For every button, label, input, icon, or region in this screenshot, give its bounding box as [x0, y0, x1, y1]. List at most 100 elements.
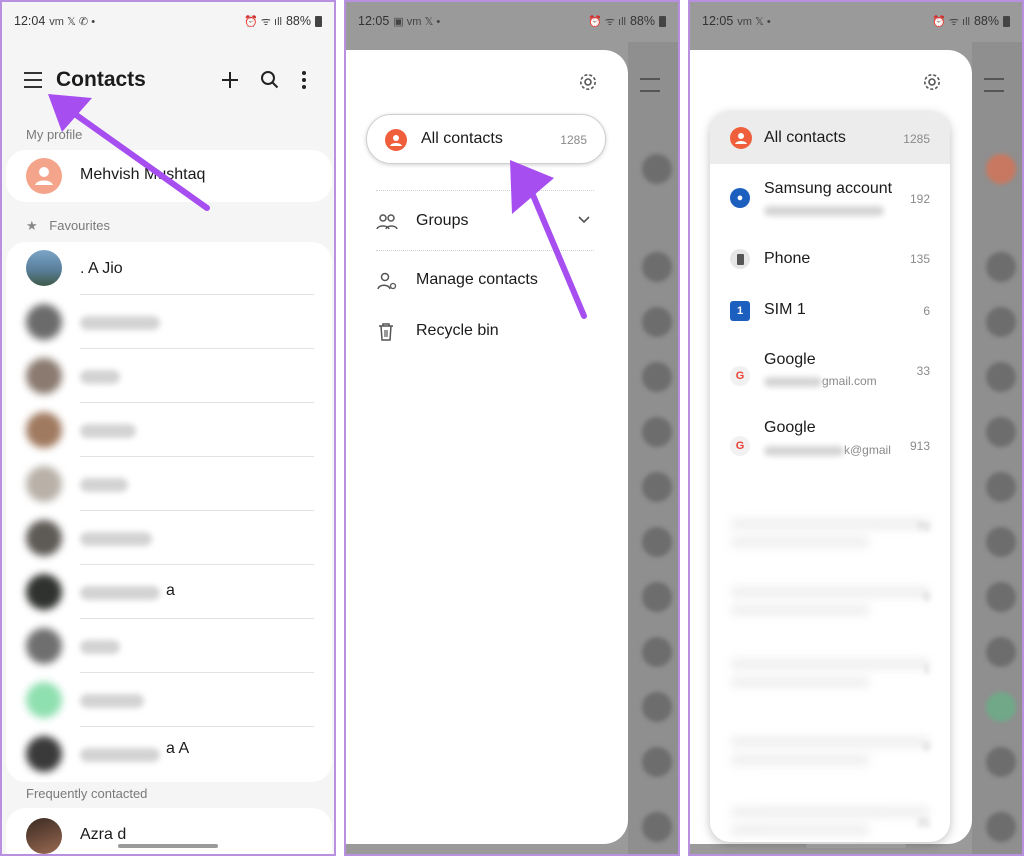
account-email: k@gmail: [764, 443, 891, 457]
menu-icon[interactable]: [24, 72, 42, 88]
star-icon: ★: [26, 218, 38, 233]
list-item[interactable]: [6, 404, 332, 456]
phone-icon: [730, 249, 750, 269]
contact-name: Azra d: [80, 826, 127, 843]
all-contacts-button[interactable]: All contacts 1285: [366, 114, 606, 164]
account-label: All contacts: [764, 129, 846, 146]
status-bar: 12:05 ▣ vm 𝕏 • ⏰ ᯤ ıll 88%: [346, 2, 678, 40]
favourites-list: . A Jio a a A: [6, 242, 332, 782]
contacts-icon: [385, 129, 407, 151]
navigation-drawer: All contacts 1285 Groups Manage contacts…: [346, 50, 628, 844]
status-time: 12:04: [14, 14, 46, 28]
battery-level: 88%: [285, 14, 311, 28]
all-contacts-count: 1285: [560, 133, 587, 147]
contact-name: a A: [166, 740, 190, 757]
status-time: 12:05: [358, 14, 390, 28]
contacts-icon: [730, 127, 752, 149]
profile-card[interactable]: Mehvish Mushtaq: [6, 150, 332, 202]
google-icon: G: [730, 366, 750, 386]
battery-level: 88%: [973, 14, 999, 28]
status-time: 12:05: [702, 14, 734, 28]
list-item[interactable]: [6, 350, 332, 402]
accounts-dropdown-screen: 12:05 vm 𝕏 • ⏰ ᯤ ıll 88% All contacts 1285…: [688, 0, 1024, 856]
list-item[interactable]: [6, 512, 332, 564]
list-item[interactable]: [6, 458, 332, 510]
drawer-screen: 12:05 ▣ vm 𝕏 • ⏰ ᯤ ıll 88% All contacts 12…: [344, 0, 680, 856]
list-item[interactable]: Azra d: [6, 808, 332, 854]
contact-name: . A Jio: [80, 260, 123, 277]
more-vert-icon: [302, 71, 306, 89]
battery-icon: [315, 15, 322, 27]
google-icon: G: [730, 436, 750, 456]
favourites-section: ★ Favourites: [26, 218, 110, 234]
avatar: [26, 574, 62, 610]
add-contact-button[interactable]: [216, 66, 244, 94]
manage-contacts-label: Manage contacts: [416, 271, 538, 288]
list-item[interactable]: [6, 296, 332, 348]
frequent-list: Azra d: [6, 808, 332, 854]
status-bar: 12:05 vm 𝕏 • ⏰ ᯤ ıll 88%: [690, 2, 1022, 40]
avatar: [26, 358, 62, 394]
plus-icon: [222, 72, 238, 88]
manage-contacts-item[interactable]: Manage contacts: [376, 261, 596, 301]
account-count: 135: [909, 252, 930, 266]
profile-name: Mehvish Mushtaq: [80, 166, 206, 183]
contacts-screen: 12:04 vm 𝕏 ✆ • ⏰ ᯤ ıll 88% Contacts My pro…: [0, 0, 336, 856]
groups-label: Groups: [416, 212, 469, 229]
account-google[interactable]: G Google gmail.com 33: [710, 346, 950, 404]
settings-gear-icon[interactable]: [922, 72, 942, 92]
account-google[interactable]: G Google k@gmail 913: [710, 416, 950, 478]
account-label: Google: [764, 351, 816, 368]
avatar: [26, 628, 62, 664]
account-samsung[interactable]: ● Samsung account 192: [710, 168, 950, 228]
account-all-contacts[interactable]: All contacts 1285: [710, 112, 950, 164]
person-icon: [35, 167, 53, 185]
avatar: [26, 736, 62, 772]
recycle-bin-item[interactable]: Recycle bin: [376, 312, 596, 352]
blurred-accounts: 70 0 1 0 35: [710, 508, 950, 842]
account-label: Samsung account: [764, 180, 893, 197]
samsung-account-icon: ●: [730, 188, 750, 208]
account-sim1[interactable]: 1 SIM 1 6: [710, 288, 950, 334]
battery-level: 88%: [629, 14, 655, 28]
list-item[interactable]: . A Jio: [6, 242, 332, 294]
avatar: [26, 818, 62, 854]
avatar: [26, 520, 62, 556]
groups-icon: [376, 214, 398, 230]
account-label: Google: [764, 419, 816, 436]
recycle-bin-label: Recycle bin: [416, 322, 499, 339]
groups-item[interactable]: Groups: [376, 202, 596, 242]
account-phone[interactable]: Phone 135: [710, 236, 950, 282]
avatar: [26, 682, 62, 718]
account-count: 1285: [903, 132, 930, 146]
contact-name: a: [166, 582, 175, 599]
favourites-label: Favourites: [49, 218, 110, 233]
list-item[interactable]: a: [6, 566, 332, 618]
avatar: [26, 250, 62, 286]
search-button[interactable]: [256, 66, 284, 94]
all-contacts-label: All contacts: [421, 130, 503, 147]
account-count: 33: [916, 364, 930, 378]
settings-gear-icon[interactable]: [578, 72, 598, 92]
accounts-dropdown: All contacts 1285 ● Samsung account 192 …: [710, 112, 950, 842]
page-title: Contacts: [56, 68, 146, 91]
account-label: SIM 1: [764, 301, 806, 318]
app-header: Contacts: [2, 62, 334, 102]
avatar: [26, 304, 62, 340]
battery-icon: [1003, 15, 1010, 27]
account-count: 913: [909, 439, 930, 453]
list-item[interactable]: [6, 674, 332, 726]
avatar: [26, 158, 62, 194]
avatar: [26, 412, 62, 448]
status-bar: 12:04 vm 𝕏 ✆ • ⏰ ᯤ ıll 88%: [2, 2, 334, 40]
list-item[interactable]: a A: [6, 728, 332, 780]
my-profile-label: My profile: [26, 127, 83, 142]
sim-card-icon: 1: [730, 301, 750, 321]
chevron-down-icon: [578, 216, 590, 224]
more-options-button[interactable]: [290, 66, 318, 94]
list-item[interactable]: [6, 620, 332, 672]
frequently-contacted-label: Frequently contacted: [26, 786, 148, 801]
account-count: 192: [909, 192, 930, 206]
account-label: Phone: [764, 250, 811, 267]
avatar: [26, 466, 62, 502]
